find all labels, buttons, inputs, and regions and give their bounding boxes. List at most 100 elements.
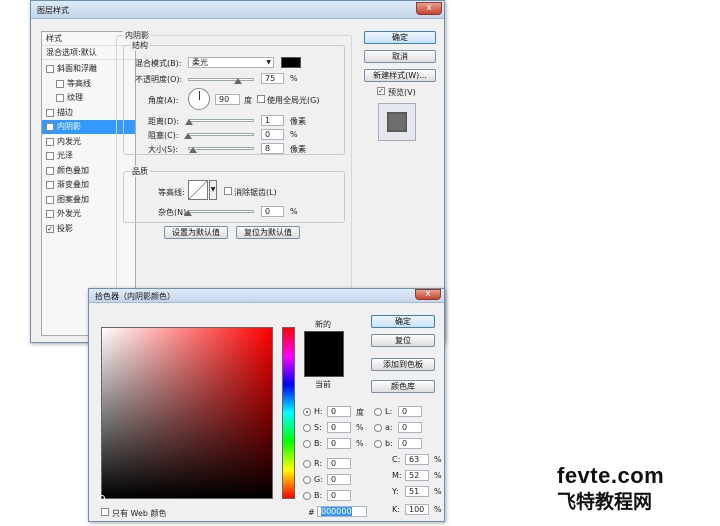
distance-field[interactable]: 1 — [261, 115, 284, 126]
noise-slider[interactable] — [188, 210, 254, 213]
angle-dial[interactable] — [188, 88, 210, 110]
style-item-checkbox[interactable]: ✓ — [46, 123, 54, 131]
global-light-checkbox[interactable] — [257, 95, 265, 103]
color-picker-title: 拾色器（内阴影颜色） — [95, 292, 175, 301]
style-item-label: 内阴影 — [57, 122, 81, 131]
cancel-button[interactable]: 取消 — [364, 50, 436, 63]
style-item-checkbox[interactable] — [46, 152, 54, 160]
current-color-swatch[interactable] — [304, 354, 344, 377]
style-item-checkbox[interactable]: ✓ — [46, 224, 54, 233]
contour-picker[interactable] — [188, 180, 208, 200]
structure-title: 结构 — [130, 40, 150, 51]
blend-mode-select[interactable]: 柔光 ▼ — [188, 57, 274, 68]
choke-slider[interactable] — [188, 133, 254, 136]
set-default-button[interactable]: 设置为默认值 — [164, 226, 228, 239]
radio-b[interactable] — [374, 440, 382, 448]
noise-slider-thumb[interactable] — [184, 210, 192, 216]
style-item-checkbox[interactable] — [46, 166, 54, 175]
field-g[interactable]: 0 — [327, 474, 351, 485]
radio-s[interactable] — [303, 424, 311, 432]
field-unit-s: % — [356, 423, 364, 432]
distance-slider[interactable] — [188, 119, 254, 122]
style-item-checkbox[interactable] — [46, 108, 54, 117]
field-bl[interactable]: 0 — [327, 490, 351, 501]
angle-dial-needle — [199, 91, 200, 100]
field-y[interactable]: 51 — [405, 486, 429, 497]
antialias-checkbox[interactable] — [224, 187, 232, 195]
radio-r[interactable] — [303, 460, 311, 468]
opacity-slider[interactable] — [188, 78, 254, 81]
field-label-m: M: — [392, 471, 402, 480]
size-slider-thumb[interactable] — [189, 147, 197, 153]
new-style-button[interactable]: 新建样式(W)... — [364, 69, 436, 82]
style-item-label: 光泽 — [57, 151, 73, 160]
opacity-field[interactable]: 75 — [261, 73, 284, 84]
layer-style-titlebar[interactable]: 图层样式 x — [31, 1, 444, 19]
field-k[interactable]: 100 — [405, 504, 429, 515]
add-to-swatches-button[interactable]: 添加到色板 — [371, 358, 435, 371]
color-libraries-button[interactable]: 颜色库 — [371, 380, 435, 393]
field-unit-m: % — [434, 471, 442, 480]
field-label-y: Y: — [392, 487, 399, 496]
distance-label: 距离(D): — [148, 117, 180, 126]
reset-default-button[interactable]: 复位为默认值 — [236, 226, 300, 239]
preview-label: 预览(V) — [388, 88, 416, 97]
field-unit-b: % — [356, 439, 364, 448]
hex-field[interactable]: 000000 — [317, 506, 367, 517]
field-label-r: R: — [314, 459, 323, 468]
size-unit: 像素 — [290, 145, 306, 154]
field-b[interactable]: 0 — [327, 438, 351, 449]
preview-swatch — [387, 112, 407, 132]
watermark-domain: fevte.com — [557, 463, 665, 488]
ok-button[interactable]: 确定 — [364, 31, 436, 44]
field-m[interactable]: 52 — [405, 470, 429, 481]
field-label-b: B: — [314, 439, 323, 448]
picker-reset-button[interactable]: 复位 — [371, 334, 435, 347]
shadow-color-swatch[interactable] — [281, 57, 301, 68]
style-item-checkbox[interactable] — [56, 79, 64, 88]
choke-slider-thumb[interactable] — [184, 133, 192, 139]
preview-checkbox[interactable]: ✓ — [377, 87, 385, 95]
preview-thumbnail — [378, 103, 416, 141]
style-item-checkbox[interactable] — [46, 195, 54, 204]
web-only-checkbox[interactable] — [101, 508, 109, 516]
style-item-checkbox[interactable] — [46, 210, 54, 218]
field-b[interactable]: 0 — [398, 438, 422, 449]
contour-label: 等高线: — [158, 188, 185, 197]
angle-field[interactable]: 90 — [215, 94, 240, 105]
style-item-checkbox[interactable] — [46, 181, 54, 189]
radio-bl[interactable] — [303, 492, 311, 500]
style-item-checkbox[interactable] — [46, 137, 54, 146]
size-slider[interactable] — [188, 147, 254, 150]
style-item-checkbox[interactable] — [46, 65, 54, 73]
picker-ok-button[interactable]: 确定 — [371, 315, 435, 328]
radio-h[interactable] — [303, 408, 311, 416]
style-item-label: 渐变叠加 — [57, 180, 89, 189]
opacity-slider-thumb[interactable] — [233, 78, 242, 84]
web-only-label: 只有 Web 颜色 — [112, 509, 167, 518]
noise-field[interactable]: 0 — [261, 206, 284, 217]
contour-dropdown[interactable]: ▼ — [209, 180, 217, 200]
hue-slider[interactable] — [282, 327, 295, 499]
close-icon[interactable]: x — [415, 289, 441, 300]
field-a[interactable]: 0 — [398, 422, 422, 433]
radio-l[interactable] — [374, 408, 382, 416]
size-field[interactable]: 8 — [261, 143, 284, 154]
close-icon[interactable]: x — [416, 2, 442, 15]
field-c[interactable]: 63 — [405, 454, 429, 465]
field-r[interactable]: 0 — [327, 458, 351, 469]
field-label-k: K: — [392, 505, 400, 514]
field-h[interactable]: 0 — [327, 406, 351, 417]
color-field[interactable] — [101, 327, 273, 499]
choke-field[interactable]: 0 — [261, 129, 284, 140]
radio-g[interactable] — [303, 476, 311, 484]
new-color-swatch — [304, 331, 344, 354]
style-item-checkbox[interactable] — [56, 94, 64, 102]
field-label-c: C: — [392, 455, 401, 464]
field-s[interactable]: 0 — [327, 422, 351, 433]
distance-slider-thumb[interactable] — [185, 119, 193, 125]
color-picker-titlebar[interactable]: 拾色器（内阴影颜色） x — [89, 289, 444, 303]
field-l[interactable]: 0 — [398, 406, 422, 417]
radio-b[interactable] — [303, 440, 311, 448]
radio-a[interactable] — [374, 424, 382, 432]
